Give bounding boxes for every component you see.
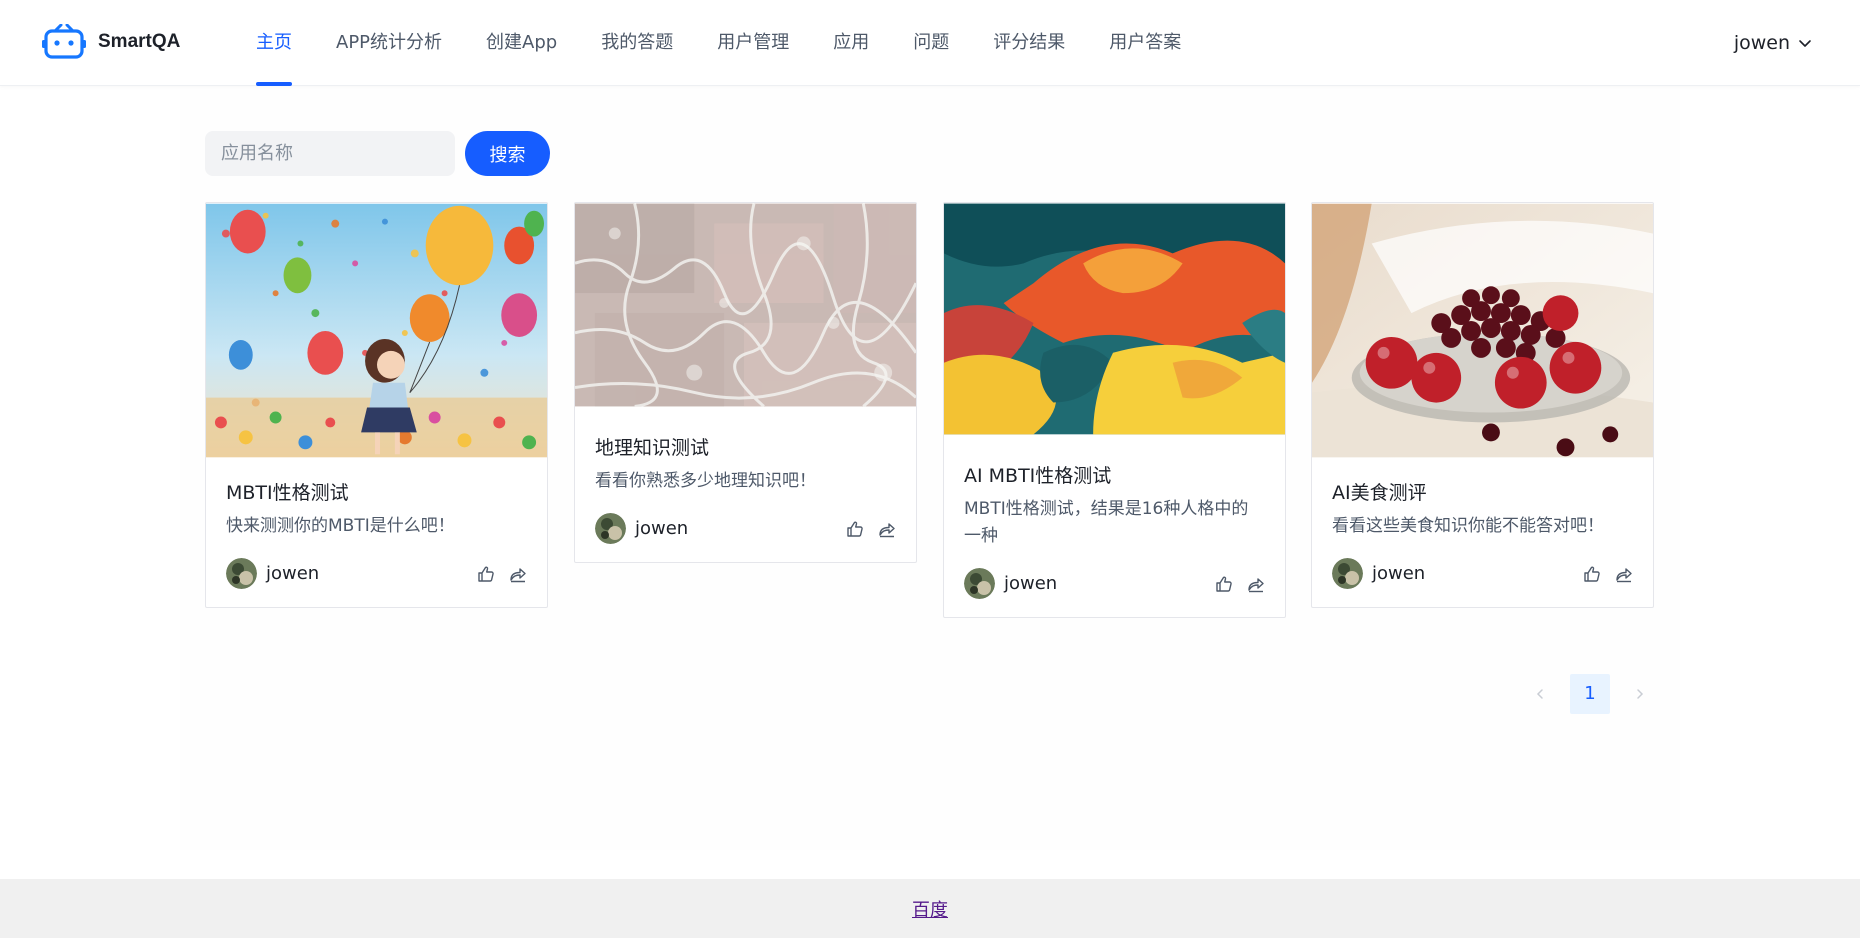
nav-item-user-management[interactable]: 用户管理 (695, 0, 811, 86)
app-card-ai-food[interactable]: AI美食测评 看看这些美食知识你能不能答对吧！ jowen (1311, 202, 1654, 608)
nav-item-questions[interactable]: 问题 (891, 0, 971, 86)
author-name: jowen (1004, 573, 1058, 594)
app-name: SmartQA (98, 31, 181, 52)
nav-item-create-app[interactable]: 创建App (464, 0, 579, 86)
chevron-right-icon (1637, 689, 1644, 699)
pagination-prev-button[interactable] (1520, 674, 1560, 714)
app-card-mbti[interactable]: MBTI性格测试 快来测测你的MBTI是什么吧！ jowen (205, 202, 548, 608)
sea-foam-texture (575, 203, 916, 407)
card-description: 看看你熟悉多少地理知识吧！ (595, 471, 816, 491)
app-card-ai-mbti[interactable]: AI MBTI性格测试 MBTI性格测试，结果是16种人格中的一种 jowen (943, 202, 1286, 618)
author-name: jowen (266, 563, 320, 584)
share-icon[interactable] (878, 520, 896, 538)
card-description: 看看这些美食知识你能不能答对吧！ (1332, 516, 1604, 536)
main-nav: 主页 APP统计分析 创建App 我的答题 用户管理 应用 问题 评分结果 用户… (234, 0, 1203, 86)
chevron-down-icon (1799, 40, 1811, 47)
nav-item-scoring-results[interactable]: 评分结果 (971, 0, 1087, 86)
page-footer: 百度 (0, 879, 1860, 938)
avatar (226, 558, 257, 589)
avatar (1332, 558, 1363, 589)
card-title: MBTI性格测试 (226, 482, 349, 504)
avatar (964, 568, 995, 599)
card-title: AI MBTI性格测试 (964, 465, 1112, 487)
thumbs-up-icon[interactable] (477, 565, 495, 583)
pagination: 1 (1520, 674, 1660, 714)
top-header: SmartQA 主页 APP统计分析 创建App 我的答题 用户管理 应用 问题… (0, 0, 1860, 86)
card-description: 快来测测你的MBTI是什么吧！ (226, 516, 455, 536)
app-card-geography[interactable]: 地理知识测试 看看你熟悉多少地理知识吧！ jowen (574, 202, 917, 563)
search-input[interactable] (205, 131, 455, 176)
thumbs-up-icon[interactable] (1583, 565, 1601, 583)
balloons-girl-illustration (206, 203, 547, 458)
card-author: jowen (226, 558, 319, 589)
nav-item-user-answers[interactable]: 用户答案 (1087, 0, 1203, 86)
pagination-next-button[interactable] (1620, 674, 1660, 714)
share-icon[interactable] (509, 565, 527, 583)
card-description: MBTI性格测试，结果是16种人格中的一种 (964, 499, 1249, 546)
card-author: jowen (1332, 558, 1425, 589)
nav-item-app-statistics[interactable]: APP统计分析 (314, 0, 464, 86)
thumbs-up-icon[interactable] (846, 520, 864, 538)
chevron-left-icon (1536, 689, 1543, 699)
share-icon[interactable] (1247, 575, 1265, 593)
search-button[interactable]: 搜索 (465, 131, 550, 176)
cherries-plate-photo (1312, 203, 1653, 458)
card-title: AI美食测评 (1332, 482, 1427, 504)
thumbs-up-icon[interactable] (1215, 575, 1233, 593)
card-author: jowen (964, 568, 1057, 599)
user-name: jowen (1733, 32, 1790, 54)
footer-baidu-link[interactable]: 百度 (912, 896, 948, 922)
nav-item-my-answers[interactable]: 我的答题 (579, 0, 695, 86)
abstract-color-painting (944, 203, 1285, 435)
robot-logo-icon (42, 24, 86, 59)
card-author: jowen (595, 513, 688, 544)
logo[interactable]: SmartQA (42, 24, 180, 60)
nav-item-apps[interactable]: 应用 (811, 0, 891, 86)
author-name: jowen (1372, 563, 1426, 584)
pagination-page-1[interactable]: 1 (1570, 674, 1610, 714)
user-menu[interactable]: jowen (1734, 0, 1812, 86)
nav-item-home[interactable]: 主页 (234, 0, 314, 86)
share-icon[interactable] (1615, 565, 1633, 583)
card-title: 地理知识测试 (595, 437, 710, 459)
author-name: jowen (635, 518, 689, 539)
avatar (595, 513, 626, 544)
